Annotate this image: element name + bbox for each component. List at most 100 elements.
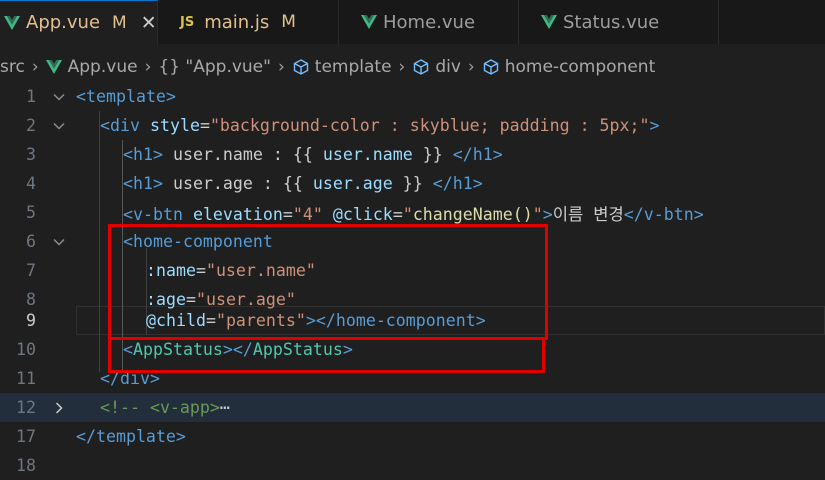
modified-badge: M: [281, 12, 296, 32]
annotation-box-app-status: [108, 337, 545, 373]
tab-label: Status.vue: [563, 11, 660, 33]
token: <!-- <v-app>: [100, 398, 220, 417]
token: style: [149, 116, 200, 135]
line-number: 18: [16, 456, 36, 475]
line-number: 4: [26, 174, 36, 193]
token: user.name: [322, 145, 413, 164]
token: }}: [412, 145, 453, 164]
code-text: <h1> user.age : {{ user.age }} </h1>: [123, 174, 483, 193]
token: ": [402, 204, 413, 224]
chevron-right-icon: ›: [277, 57, 285, 77]
close-icon[interactable]: ✕: [141, 12, 157, 34]
token: h1: [133, 174, 153, 193]
token: "background-color : skyblue; padding : 5…: [209, 116, 650, 135]
cube-icon: [414, 59, 429, 75]
js-file-icon: JS: [180, 14, 195, 30]
code-line: 1 <template>: [0, 82, 825, 111]
chevron-right-icon: ›: [398, 57, 406, 77]
code-line: 18: [0, 451, 825, 480]
token: >: [649, 116, 660, 135]
chevron-right-icon: ›: [467, 57, 475, 77]
line-number: 11: [16, 369, 36, 388]
line-number: 3: [26, 145, 36, 164]
token: template: [86, 87, 166, 106]
code-line: 5 <v-btn elevation="4" @click="changeNam…: [0, 198, 825, 227]
token: </template>: [76, 427, 186, 446]
vue-file-icon: [541, 15, 557, 29]
token: <: [123, 174, 133, 193]
tab-label: Home.vue: [383, 11, 476, 33]
code-text: <h1> user.name : {{ user.name }} </h1>: [123, 145, 503, 164]
token: user.name : {{: [162, 145, 323, 164]
line-number: 7: [26, 261, 36, 280]
annotation-box-home-component: [108, 224, 548, 340]
vue-file-icon: [45, 60, 62, 74]
breadcrumb-item-module[interactable]: {} "App.vue": [158, 57, 271, 77]
breadcrumb-item-template[interactable]: template: [315, 57, 392, 77]
line-number: 5: [26, 203, 36, 222]
token: user.age: [312, 174, 393, 193]
code-text: <template>: [76, 87, 176, 106]
token: user.age : {{: [162, 174, 313, 193]
tab-home-vue[interactable]: Home.vue: [339, 0, 519, 44]
tab-main-js[interactable]: JS main.js M: [158, 0, 339, 44]
token: </h1>: [432, 174, 483, 193]
tab-label: main.js: [204, 11, 270, 33]
code-text: </template>: [76, 427, 186, 446]
token: <: [123, 145, 133, 164]
cube-icon: [483, 59, 498, 75]
token: v-btn: [133, 204, 183, 224]
code-text: <!-- <v-app>⋯: [100, 398, 230, 417]
tab-status-vue[interactable]: Status.vue: [519, 0, 719, 44]
token: ": [532, 204, 543, 224]
chevron-down-icon[interactable]: [52, 90, 66, 104]
breadcrumb: src › App.vue › {} "App.vue" › template …: [0, 53, 825, 81]
chevron-down-icon[interactable]: [52, 119, 66, 133]
code-line: 12 <!-- <v-app>⋯: [0, 393, 825, 422]
breadcrumb-item-src[interactable]: src: [0, 57, 25, 77]
editor-tab-bar: App.vue M ✕ JS main.js M Home.vue Status…: [0, 0, 825, 44]
breadcrumb-item-home-component[interactable]: home-component: [505, 57, 656, 77]
token: "4": [292, 204, 323, 224]
token: }}: [392, 174, 433, 193]
token: @click: [332, 204, 393, 224]
chevron-down-icon[interactable]: [52, 235, 66, 249]
token: 이름 변경: [552, 204, 624, 224]
line-number: 10: [16, 340, 36, 359]
modified-badge: M: [112, 12, 127, 33]
line-number: 6: [26, 232, 36, 251]
token: <: [123, 204, 133, 224]
code-text: <div style="background-color : skyblue; …: [100, 116, 660, 135]
line-number: 9: [26, 311, 36, 330]
token: <: [76, 87, 86, 106]
code-line: 17 </template>: [0, 422, 825, 451]
code-line: 3 <h1> user.name : {{ user.name }} </h1>: [0, 140, 825, 169]
code-editor[interactable]: 1 <template> 2 <div style="background-co…: [0, 82, 825, 475]
line-number: 1: [26, 87, 36, 106]
chevron-right-icon[interactable]: [52, 401, 66, 415]
token: </v-btn>: [623, 204, 704, 224]
token: >: [165, 87, 176, 106]
tab-label: App.vue: [26, 12, 101, 33]
code-line: 2 <div style="background-color : skyblue…: [0, 111, 825, 140]
breadcrumb-item-app-vue[interactable]: App.vue: [68, 57, 138, 77]
line-number: 17: [16, 427, 36, 446]
vue-file-icon: [361, 15, 377, 29]
token: div: [110, 116, 140, 135]
line-number: 2: [26, 116, 36, 135]
code-line: 4 <h1> user.age : {{ user.age }} </h1>: [0, 169, 825, 198]
vue-file-icon: [4, 15, 20, 30]
token: =: [199, 116, 210, 135]
code-text: <v-btn elevation="4" @click="changeName(…: [123, 204, 704, 224]
tab-app-vue[interactable]: App.vue M ✕: [0, 0, 158, 44]
cube-icon: [293, 59, 308, 75]
token: h1: [133, 145, 153, 164]
folded-ellipsis[interactable]: ⋯: [220, 398, 230, 417]
chevron-right-icon: ›: [144, 57, 152, 77]
line-number: 12: [16, 398, 36, 417]
token: <: [100, 116, 110, 135]
token: elevation: [192, 204, 283, 224]
breadcrumb-item-div[interactable]: div: [435, 57, 461, 77]
chevron-right-icon: ›: [31, 57, 39, 77]
token: changeName(): [412, 204, 533, 224]
